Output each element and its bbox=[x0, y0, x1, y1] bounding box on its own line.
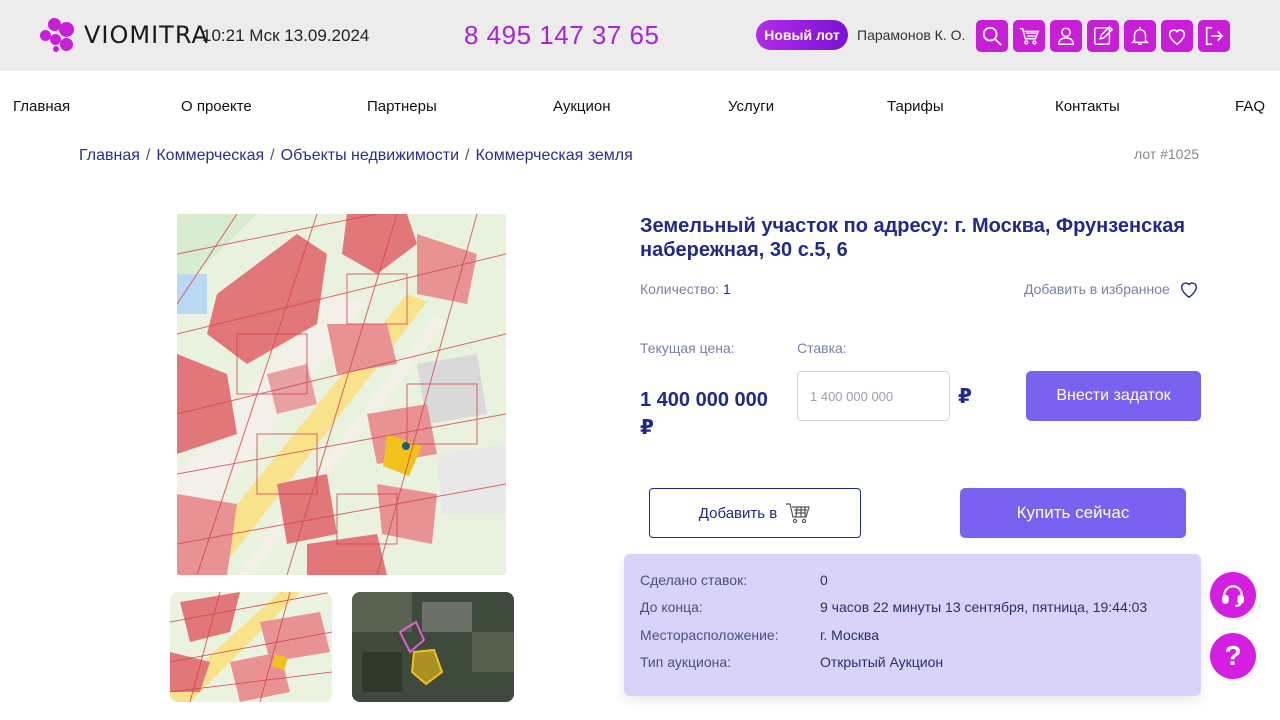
new-lot-button[interactable]: Новый лот bbox=[756, 20, 848, 50]
help-button[interactable]: ? bbox=[1210, 633, 1256, 679]
nav-item-tariffs[interactable]: Тарифы bbox=[887, 98, 944, 115]
cadastral-map-image bbox=[177, 214, 506, 575]
info-key: До конца: bbox=[640, 599, 703, 615]
nav-item-services[interactable]: Услуги bbox=[728, 98, 774, 115]
nav-item-about[interactable]: О проекте bbox=[181, 98, 252, 115]
heart-icon[interactable] bbox=[1161, 20, 1193, 52]
info-value: 9 часов 22 минуты 13 сентября, пятница, … bbox=[820, 599, 1148, 615]
main-nav: Главная О проекте Партнеры Аукцион Услуг… bbox=[0, 98, 1280, 118]
breadcrumb-separator: / bbox=[145, 147, 151, 164]
thumbnail-map-image bbox=[170, 592, 332, 702]
logo-mark-icon bbox=[40, 16, 76, 54]
info-value: 0 bbox=[820, 572, 828, 588]
logout-icon[interactable] bbox=[1198, 20, 1230, 52]
edit-icon[interactable] bbox=[1087, 20, 1119, 52]
current-price: 1 400 000 000 ₽ bbox=[640, 389, 768, 439]
breadcrumb-item[interactable]: Коммерческая bbox=[156, 147, 264, 165]
quantity-value: 1 bbox=[722, 281, 731, 297]
buy-now-button[interactable]: Купить сейчас bbox=[960, 488, 1186, 538]
favorites-label: Добавить в избранное bbox=[1024, 281, 1170, 297]
heart-outline-icon bbox=[1180, 282, 1197, 299]
breadcrumb-separator: / bbox=[465, 147, 470, 164]
support-chat-button[interactable] bbox=[1210, 572, 1256, 618]
breadcrumb-item[interactable]: Главная bbox=[79, 147, 140, 165]
user-name[interactable]: Парамонов К. О. bbox=[857, 27, 965, 43]
thumbnail-satellite[interactable] bbox=[352, 592, 514, 702]
make-deposit-button[interactable]: Внести задаток bbox=[1026, 371, 1201, 421]
headset-icon bbox=[1222, 585, 1244, 607]
cart-icon[interactable] bbox=[1013, 20, 1045, 52]
current-price-label: Текущая цена: bbox=[640, 340, 735, 356]
lot-title: Земельный участок по адресу: г. Москва, … bbox=[640, 215, 1186, 261]
breadcrumb-separator: / bbox=[270, 147, 275, 164]
nav-item-contacts[interactable]: Контакты bbox=[1055, 98, 1120, 115]
info-value: г. Москва bbox=[820, 627, 879, 643]
lot-number: лот #1025 bbox=[1134, 146, 1200, 162]
logo[interactable]: VIOMITRA bbox=[40, 16, 209, 54]
quantity-label: Количество: bbox=[640, 281, 720, 297]
phone-number[interactable]: 8 495 147 37 65 bbox=[464, 20, 659, 51]
add-to-cart-label: Добавить в bbox=[698, 504, 778, 522]
add-to-cart-button[interactable]: Добавить в bbox=[649, 488, 861, 538]
info-value: Открытый Аукцион bbox=[820, 654, 944, 670]
bid-input[interactable] bbox=[797, 371, 950, 421]
auction-info-panel: Сделано ставок: 0 До конца: 9 часов 22 м… bbox=[624, 554, 1201, 696]
search-icon[interactable] bbox=[976, 20, 1008, 52]
header-icon-toolbar bbox=[976, 20, 1230, 52]
nav-item-home[interactable]: Главная bbox=[13, 98, 70, 115]
breadcrumb-item[interactable]: Объекты недвижимости bbox=[281, 147, 459, 165]
main-lot-image[interactable] bbox=[177, 214, 506, 575]
info-key: Сделано ставок: bbox=[640, 572, 748, 588]
breadcrumb: Главная / Коммерческая / Объекты недвижи… bbox=[79, 147, 633, 165]
bell-icon[interactable] bbox=[1124, 20, 1156, 52]
user-icon[interactable] bbox=[1050, 20, 1082, 52]
quantity-info: Количество: 1 bbox=[640, 281, 731, 297]
logo-text: VIOMITRA bbox=[84, 21, 209, 49]
header: VIOMITRA 10:21 Мск 13.09.2024 8 495 147 … bbox=[0, 0, 1280, 71]
nav-item-partners[interactable]: Партнеры bbox=[367, 98, 437, 115]
info-key: Месторасположение: bbox=[640, 627, 779, 643]
cart-icon bbox=[786, 503, 811, 524]
bid-label: Ставка: bbox=[797, 340, 847, 356]
add-to-favorites[interactable]: Добавить в избранное bbox=[1024, 278, 1200, 300]
nav-item-auction[interactable]: Аукцион bbox=[553, 98, 611, 115]
bid-currency: ₽ bbox=[958, 386, 972, 408]
breadcrumb-item[interactable]: Коммерческая земля bbox=[475, 147, 632, 165]
info-key: Тип аукциона: bbox=[640, 654, 732, 670]
thumbnail-map[interactable] bbox=[170, 592, 332, 702]
current-datetime: 10:21 Мск 13.09.2024 bbox=[202, 26, 370, 45]
nav-item-faq[interactable]: FAQ bbox=[1235, 98, 1265, 115]
thumbnail-satellite-image bbox=[352, 592, 514, 702]
